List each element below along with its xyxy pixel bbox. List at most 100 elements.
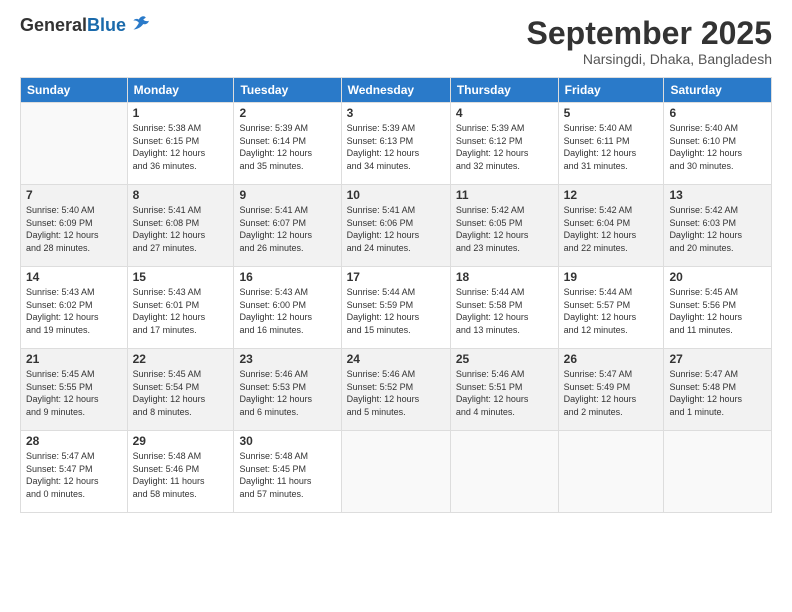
day-info: Sunrise: 5:48 AM Sunset: 5:46 PM Dayligh… [133,450,229,500]
month-title: September 2025 [527,16,772,51]
day-number: 6 [669,106,766,120]
table-row: 27 Sunrise: 5:47 AM Sunset: 5:48 PM Dayli… [664,349,772,431]
day-number: 29 [133,434,229,448]
table-row [558,431,664,513]
table-row: 17 Sunrise: 5:44 AM Sunset: 5:59 PM Dayli… [341,267,450,349]
day-number: 26 [564,352,659,366]
table-row: 4 Sunrise: 5:39 AM Sunset: 6:12 PM Daylig… [450,103,558,185]
day-info: Sunrise: 5:42 AM Sunset: 6:04 PM Dayligh… [564,204,659,254]
day-info: Sunrise: 5:45 AM Sunset: 5:56 PM Dayligh… [669,286,766,336]
day-number: 15 [133,270,229,284]
day-number: 11 [456,188,553,202]
day-info: Sunrise: 5:39 AM Sunset: 6:13 PM Dayligh… [347,122,445,172]
day-info: Sunrise: 5:42 AM Sunset: 6:03 PM Dayligh… [669,204,766,254]
calendar-week-0: 1 Sunrise: 5:38 AM Sunset: 6:15 PM Daylig… [21,103,772,185]
day-info: Sunrise: 5:43 AM Sunset: 6:02 PM Dayligh… [26,286,122,336]
calendar-week-1: 7 Sunrise: 5:40 AM Sunset: 6:09 PM Daylig… [21,185,772,267]
day-info: Sunrise: 5:43 AM Sunset: 6:00 PM Dayligh… [239,286,335,336]
calendar: Sunday Monday Tuesday Wednesday Thursday… [20,77,772,513]
calendar-week-4: 28Sunrise: 5:47 AM Sunset: 5:47 PM Dayli… [21,431,772,513]
table-row: 11Sunrise: 5:42 AM Sunset: 6:05 PM Dayli… [450,185,558,267]
day-number: 1 [133,106,229,120]
table-row: 22 Sunrise: 5:45 AM Sunset: 5:54 PM Dayli… [127,349,234,431]
table-row: 7 Sunrise: 5:40 AM Sunset: 6:09 PM Daylig… [21,185,128,267]
day-info: Sunrise: 5:40 AM Sunset: 6:09 PM Dayligh… [26,204,122,254]
day-info: Sunrise: 5:46 AM Sunset: 5:53 PM Dayligh… [239,368,335,418]
table-row: 15 Sunrise: 5:43 AM Sunset: 6:01 PM Dayli… [127,267,234,349]
day-number: 17 [347,270,445,284]
table-row: 9 Sunrise: 5:41 AM Sunset: 6:07 PM Daylig… [234,185,341,267]
header-thursday: Thursday [450,78,558,103]
day-number: 25 [456,352,553,366]
day-info: Sunrise: 5:46 AM Sunset: 5:51 PM Dayligh… [456,368,553,418]
day-number: 24 [347,352,445,366]
table-row: 26 Sunrise: 5:47 AM Sunset: 5:49 PM Dayli… [558,349,664,431]
table-row [21,103,128,185]
day-number: 4 [456,106,553,120]
day-info: Sunrise: 5:41 AM Sunset: 6:07 PM Dayligh… [239,204,335,254]
day-number: 22 [133,352,229,366]
logo-general: General [20,15,87,35]
table-row: 2 Sunrise: 5:39 AM Sunset: 6:14 PM Daylig… [234,103,341,185]
day-number: 5 [564,106,659,120]
table-row: 8Sunrise: 5:41 AM Sunset: 6:08 PM Daylig… [127,185,234,267]
table-row: 29 Sunrise: 5:48 AM Sunset: 5:46 PM Dayli… [127,431,234,513]
day-info: Sunrise: 5:40 AM Sunset: 6:10 PM Dayligh… [669,122,766,172]
table-row [664,431,772,513]
day-number: 10 [347,188,445,202]
day-info: Sunrise: 5:44 AM Sunset: 5:58 PM Dayligh… [456,286,553,336]
table-row: 6 Sunrise: 5:40 AM Sunset: 6:10 PM Daylig… [664,103,772,185]
table-row: 19 Sunrise: 5:44 AM Sunset: 5:57 PM Dayli… [558,267,664,349]
table-row: 10 Sunrise: 5:41 AM Sunset: 6:06 PM Dayli… [341,185,450,267]
header-sunday: Sunday [21,78,128,103]
header: GeneralBlue September 2025 Narsingdi, Dh… [20,16,772,67]
calendar-week-2: 14 Sunrise: 5:43 AM Sunset: 6:02 PM Dayli… [21,267,772,349]
day-info: Sunrise: 5:39 AM Sunset: 6:14 PM Dayligh… [239,122,335,172]
table-row: 5 Sunrise: 5:40 AM Sunset: 6:11 PM Daylig… [558,103,664,185]
day-number: 7 [26,188,122,202]
table-row [450,431,558,513]
table-row: 24Sunrise: 5:46 AM Sunset: 5:52 PM Dayli… [341,349,450,431]
day-info: Sunrise: 5:47 AM Sunset: 5:49 PM Dayligh… [564,368,659,418]
day-number: 19 [564,270,659,284]
logo-text: GeneralBlue [20,16,126,36]
day-info: Sunrise: 5:41 AM Sunset: 6:06 PM Dayligh… [347,204,445,254]
day-info: Sunrise: 5:43 AM Sunset: 6:01 PM Dayligh… [133,286,229,336]
day-number: 18 [456,270,553,284]
table-row: 3Sunrise: 5:39 AM Sunset: 6:13 PM Daylig… [341,103,450,185]
header-saturday: Saturday [664,78,772,103]
day-number: 2 [239,106,335,120]
day-number: 23 [239,352,335,366]
table-row: 23 Sunrise: 5:46 AM Sunset: 5:53 PM Dayli… [234,349,341,431]
header-tuesday: Tuesday [234,78,341,103]
day-info: Sunrise: 5:48 AM Sunset: 5:45 PM Dayligh… [239,450,335,500]
day-info: Sunrise: 5:44 AM Sunset: 5:57 PM Dayligh… [564,286,659,336]
day-info: Sunrise: 5:45 AM Sunset: 5:54 PM Dayligh… [133,368,229,418]
day-number: 21 [26,352,122,366]
day-number: 12 [564,188,659,202]
day-info: Sunrise: 5:40 AM Sunset: 6:11 PM Dayligh… [564,122,659,172]
table-row: 14 Sunrise: 5:43 AM Sunset: 6:02 PM Dayli… [21,267,128,349]
location: Narsingdi, Dhaka, Bangladesh [527,51,772,67]
header-wednesday: Wednesday [341,78,450,103]
day-number: 30 [239,434,335,448]
day-info: Sunrise: 5:47 AM Sunset: 5:47 PM Dayligh… [26,450,122,500]
day-info: Sunrise: 5:38 AM Sunset: 6:15 PM Dayligh… [133,122,229,172]
day-number: 14 [26,270,122,284]
page: GeneralBlue September 2025 Narsingdi, Dh… [0,0,792,612]
table-row: 30 Sunrise: 5:48 AM Sunset: 5:45 PM Dayli… [234,431,341,513]
day-number: 27 [669,352,766,366]
title-section: September 2025 Narsingdi, Dhaka, Banglad… [527,16,772,67]
day-info: Sunrise: 5:39 AM Sunset: 6:12 PM Dayligh… [456,122,553,172]
table-row: 28Sunrise: 5:47 AM Sunset: 5:47 PM Dayli… [21,431,128,513]
day-info: Sunrise: 5:47 AM Sunset: 5:48 PM Dayligh… [669,368,766,418]
table-row: 1 Sunrise: 5:38 AM Sunset: 6:15 PM Daylig… [127,103,234,185]
table-row: 20Sunrise: 5:45 AM Sunset: 5:56 PM Dayli… [664,267,772,349]
day-number: 9 [239,188,335,202]
logo: GeneralBlue [20,16,151,36]
table-row: 13Sunrise: 5:42 AM Sunset: 6:03 PM Dayli… [664,185,772,267]
day-info: Sunrise: 5:44 AM Sunset: 5:59 PM Dayligh… [347,286,445,336]
header-monday: Monday [127,78,234,103]
day-info: Sunrise: 5:41 AM Sunset: 6:08 PM Dayligh… [133,204,229,254]
table-row: 18 Sunrise: 5:44 AM Sunset: 5:58 PM Dayli… [450,267,558,349]
